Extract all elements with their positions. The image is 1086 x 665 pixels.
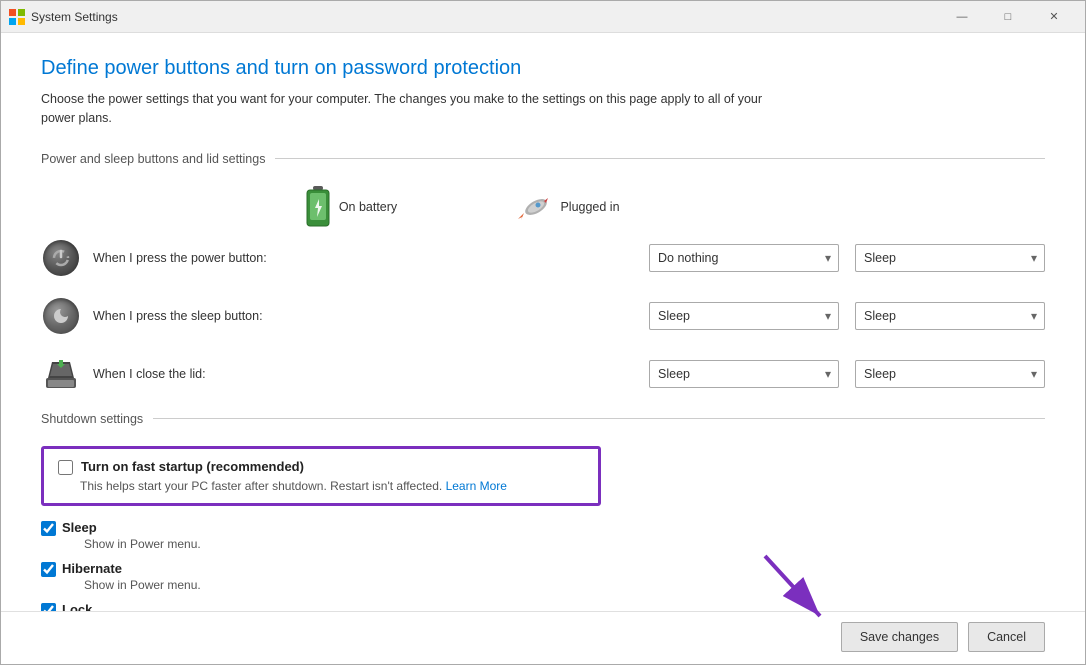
app-icon [9, 9, 25, 25]
hibernate-item-label[interactable]: Hibernate [62, 561, 122, 576]
titlebar: System Settings — □ ✕ [1, 1, 1085, 33]
main-content: Define power buttons and turn on passwor… [1, 33, 1085, 611]
hibernate-item-desc: Show in Power menu. [84, 578, 201, 592]
sleep-button-row: When I press the sleep button: Do nothin… [41, 296, 1045, 336]
hibernate-item: Hibernate Show in Power menu. [41, 561, 1045, 592]
maximize-button[interactable]: □ [985, 1, 1031, 33]
fast-startup-highlight-box: Turn on fast startup (recommended) This … [41, 446, 601, 506]
laptop-lid-icon [42, 356, 80, 392]
minimize-button[interactable]: — [939, 1, 985, 33]
sleep-button-dropdowns: Do nothing Sleep Hibernate Shut down Tur… [649, 302, 1045, 330]
page-title: Define power buttons and turn on passwor… [41, 57, 1045, 80]
power-button-label: When I press the power button: [93, 251, 649, 265]
hibernate-checkbox[interactable] [41, 562, 56, 577]
system-settings-window: System Settings — □ ✕ Define power butto… [0, 0, 1086, 665]
footer: Save changes Cancel [1, 611, 1085, 664]
lid-dropdowns: Do nothing Sleep Hibernate Shut down Tur… [649, 360, 1045, 388]
window-controls: — □ ✕ [939, 1, 1077, 33]
power-button-dropdowns: Do nothing Sleep Hibernate Shut down Tur… [649, 244, 1045, 272]
sleep-button-plugged-dropdown-wrapper: Do nothing Sleep Hibernate Shut down Tur… [855, 302, 1045, 330]
battery-column-header: On battery [251, 186, 451, 228]
shutdown-section-header: Shutdown settings [41, 412, 1045, 426]
shutdown-divider-line [153, 418, 1045, 419]
titlebar-left: System Settings [9, 9, 118, 25]
fast-startup-row: Turn on fast startup (recommended) [58, 459, 584, 475]
fast-startup-checkbox[interactable] [58, 460, 73, 475]
lid-label: When I close the lid: [93, 367, 649, 381]
fast-startup-label[interactable]: Turn on fast startup (recommended) [81, 459, 304, 474]
power-button-plugged-dropdown-wrapper: Do nothing Sleep Hibernate Shut down Tur… [855, 244, 1045, 272]
lid-battery-dropdown[interactable]: Do nothing Sleep Hibernate Shut down Tur… [649, 360, 839, 388]
power-sleep-label: Power and sleep buttons and lid settings [41, 152, 265, 166]
close-button[interactable]: ✕ [1031, 1, 1077, 33]
sleep-item-label[interactable]: Sleep [62, 520, 97, 535]
battery-column-label: On battery [339, 200, 397, 214]
sleep-button-battery-dropdown-wrapper: Do nothing Sleep Hibernate Shut down Tur… [649, 302, 839, 330]
save-changes-button[interactable]: Save changes [841, 622, 958, 652]
lock-checkbox[interactable] [41, 603, 56, 612]
lid-plugged-dropdown[interactable]: Do nothing Sleep Hibernate Shut down Tur… [855, 360, 1045, 388]
pluggedin-icon [514, 193, 552, 221]
cancel-button[interactable]: Cancel [968, 622, 1045, 652]
sleep-item: Sleep Show in Power menu. [41, 520, 1045, 551]
pluggedin-column-header: Plugged in [467, 186, 667, 228]
arrow-annotation [755, 546, 845, 636]
sleep-item-content: Sleep Show in Power menu. [62, 520, 201, 551]
shutdown-label: Shutdown settings [41, 412, 143, 426]
power-button-battery-dropdown-wrapper: Do nothing Sleep Hibernate Shut down Tur… [649, 244, 839, 272]
power-button-battery-dropdown[interactable]: Do nothing Sleep Hibernate Shut down Tur… [649, 244, 839, 272]
battery-icon [305, 186, 331, 228]
sleep-button-battery-dropdown[interactable]: Do nothing Sleep Hibernate Shut down Tur… [649, 302, 839, 330]
lid-plugged-dropdown-wrapper: Do nothing Sleep Hibernate Shut down Tur… [855, 360, 1045, 388]
lid-row: When I close the lid: Do nothing Sleep H… [41, 354, 1045, 394]
sleep-button-label: When I press the sleep button: [93, 309, 649, 323]
pluggedin-column-label: Plugged in [560, 200, 619, 214]
learn-more-link[interactable]: Learn More [446, 479, 507, 493]
window-title: System Settings [31, 10, 118, 24]
lid-icon [41, 354, 81, 394]
sleep-item-desc: Show in Power menu. [84, 537, 201, 551]
section-divider-line [275, 158, 1045, 159]
lid-battery-dropdown-wrapper: Do nothing Sleep Hibernate Shut down Tur… [649, 360, 839, 388]
lock-item-label[interactable]: Lock [62, 602, 92, 612]
power-button-plugged-dropdown[interactable]: Do nothing Sleep Hibernate Shut down Tur… [855, 244, 1045, 272]
sleep-button-icon [41, 296, 81, 336]
hibernate-item-content: Hibernate Show in Power menu. [62, 561, 201, 592]
power-sleep-section-header: Power and sleep buttons and lid settings [41, 152, 1045, 166]
shutdown-section: Shutdown settings Turn on fast startup (… [41, 412, 1045, 612]
fast-startup-description: This helps start your PC faster after sh… [80, 479, 584, 493]
power-button-row: When I press the power button: Do nothin… [41, 238, 1045, 278]
lock-item-content: Lock Show in account picture menu. [62, 602, 248, 612]
sleep-checkbox[interactable] [41, 521, 56, 536]
sleep-button-plugged-dropdown[interactable]: Do nothing Sleep Hibernate Shut down Tur… [855, 302, 1045, 330]
power-button-icon [41, 238, 81, 278]
page-description: Choose the power settings that you want … [41, 90, 791, 128]
lock-item: Lock Show in account picture menu. [41, 602, 1045, 612]
